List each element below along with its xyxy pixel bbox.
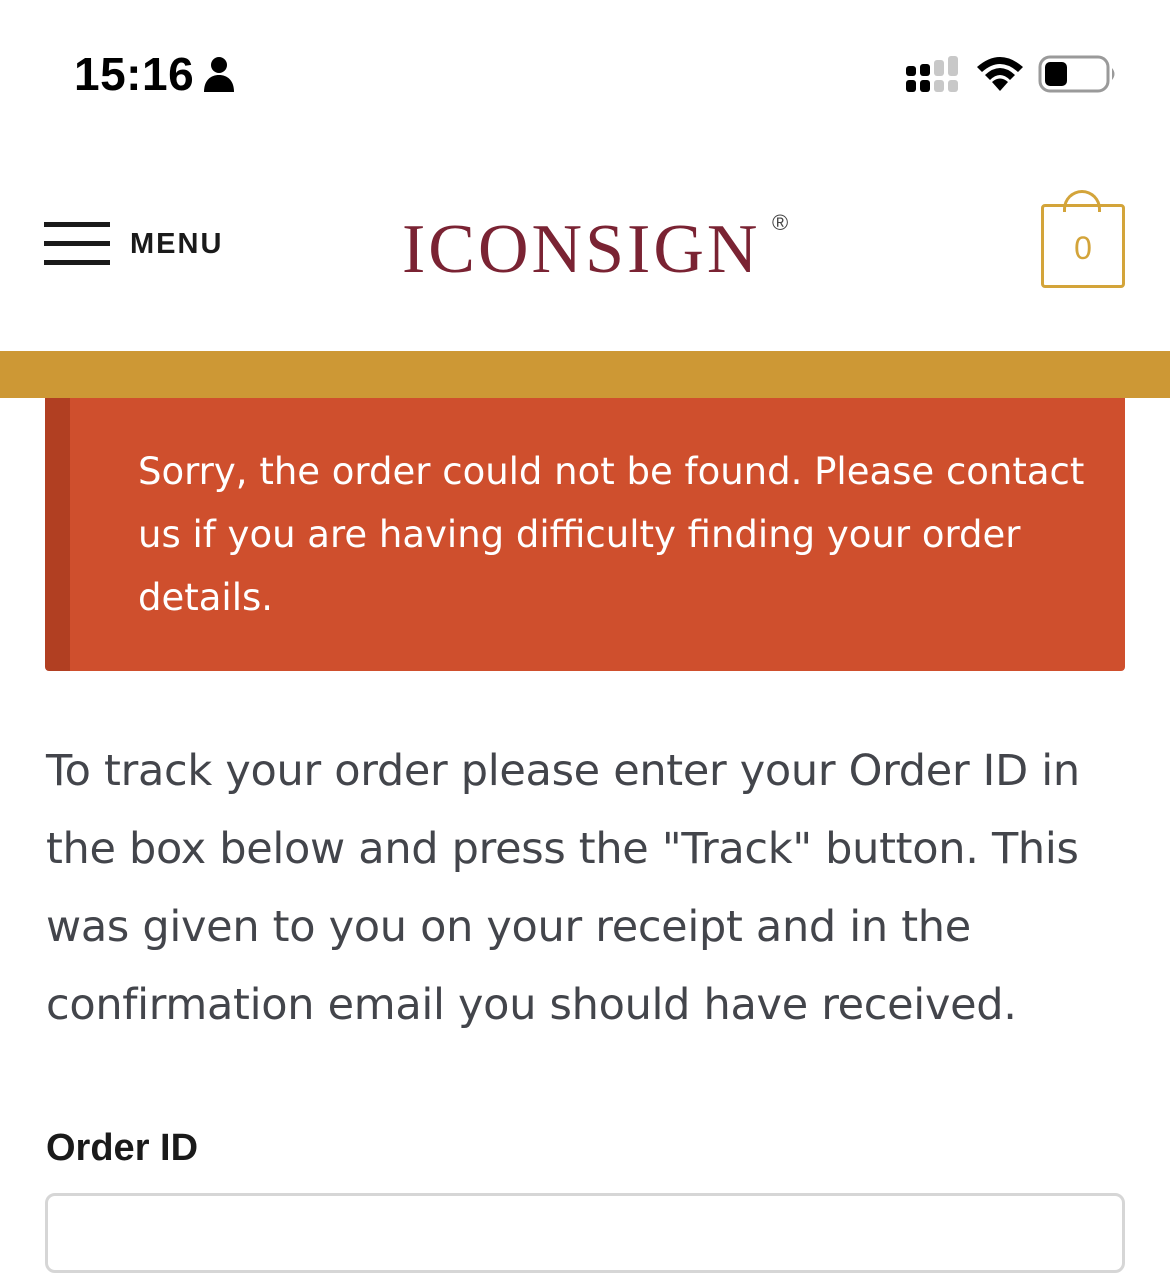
wifi-icon — [977, 57, 1023, 91]
menu-toggle-button[interactable]: MENU — [44, 220, 234, 268]
site-header: MENU ICONSIGN ® 0 — [0, 150, 1170, 351]
registered-mark: ® — [772, 210, 789, 235]
order-id-label: Order ID — [46, 1127, 199, 1169]
error-notice: Sorry, the order could not be found. Ple… — [45, 398, 1125, 671]
cart-button[interactable]: 0 — [1041, 190, 1125, 288]
logo-text: ICONSIGN — [402, 211, 761, 288]
error-message: Sorry, the order could not be found. Ple… — [138, 450, 1085, 619]
cellular-signal-icon — [906, 56, 958, 92]
status-time: 15:16 — [74, 48, 195, 100]
menu-label: MENU — [130, 228, 224, 260]
track-order-instructions: To track your order please enter your Or… — [46, 746, 1080, 1030]
cart-count: 0 — [1074, 230, 1092, 266]
status-bar: 15:16 — [0, 0, 1170, 150]
hamburger-icon — [44, 222, 112, 266]
person-icon — [204, 57, 234, 92]
accent-band — [0, 351, 1170, 398]
order-id-input[interactable] — [45, 1193, 1125, 1273]
battery-icon — [1038, 55, 1115, 93]
site-logo[interactable]: ICONSIGN ® — [400, 208, 800, 288]
